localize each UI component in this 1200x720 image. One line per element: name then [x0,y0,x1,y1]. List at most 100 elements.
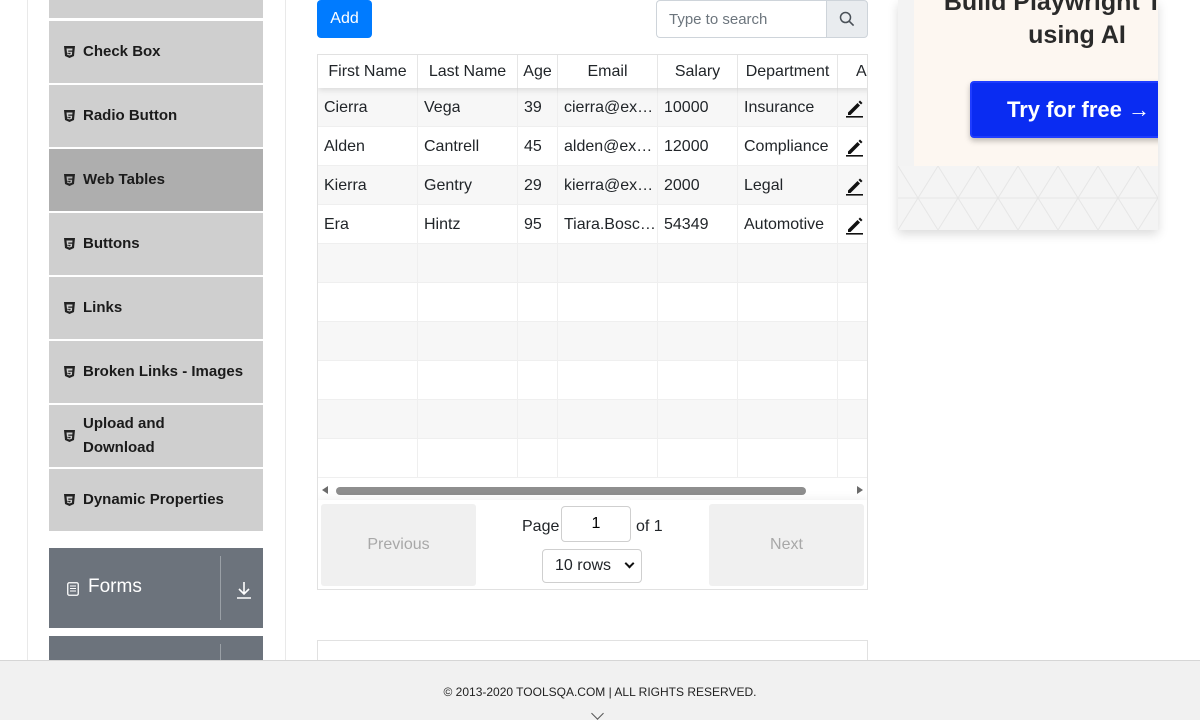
cell-text: 12000 [664,137,709,155]
table-cell: 10000 [658,88,738,127]
page-number-input[interactable] [561,506,631,542]
table-header: First Name Last Name Age Email Salary De… [318,55,867,88]
column-header[interactable]: Email [558,55,658,88]
previous-button[interactable]: Previous [321,504,476,586]
table-cell: Legal [738,166,838,205]
cell-text: 45 [524,137,542,155]
table-cell: Vega [418,88,518,127]
table-cell-action [838,205,867,244]
search-icon [839,11,855,27]
table-cell: cierra@example.com [558,88,658,127]
cell-text: 29 [524,176,542,194]
html5-icon [64,366,75,378]
sidebar-item-label: Dynamic Properties [83,491,224,508]
sidebar-item-upload-download[interactable]: Upload and Download [49,405,263,467]
table-cell [518,283,558,322]
table-cell: 45 [518,127,558,166]
html5-icon [64,302,75,314]
table-cell: Insurance [738,88,838,127]
chevron-down-icon [624,558,635,569]
edit-icon[interactable] [845,176,865,196]
table-cell [558,244,658,283]
cell-text: 10000 [664,98,709,116]
cell-text: Compliance [744,137,829,155]
table-cell: Alden [318,127,418,166]
edit-icon[interactable] [845,98,865,118]
horizontal-scrollbar[interactable] [318,482,867,498]
table-cell [318,283,418,322]
triangle-pattern-background [898,166,1158,230]
edit-icon[interactable] [845,215,865,235]
cell-text: kierra@example.com [564,176,657,194]
table-cell: 12000 [658,127,738,166]
column-header[interactable]: Age [518,55,558,88]
sidebar-item-check-box[interactable]: Check Box [49,21,263,83]
column-header[interactable]: First Name [318,55,418,88]
table-row [318,283,867,322]
sidebar-item-web-tables[interactable]: Web Tables [49,149,263,211]
table-cell [318,361,418,400]
table-cell [738,400,838,439]
table-row [318,361,867,400]
cell-text: Cantrell [424,137,480,155]
table-cell [418,244,518,283]
edit-icon[interactable] [845,137,865,157]
next-button[interactable]: Next [709,504,864,586]
table-cell: Cantrell [418,127,518,166]
sidebar-right-border [285,0,286,660]
scroll-right-arrow[interactable] [857,486,863,494]
sidebar-item-label: Buttons [83,235,140,252]
table-row: Era Hintz 95 Tiara.Bosco@example.com 54349 Au… [318,205,867,244]
table-cell [658,361,738,400]
html5-icon [64,46,75,58]
web-table: First Name Last Name Age Email Salary De… [317,54,868,590]
html5-icon [64,174,75,186]
download-arrow-icon[interactable] [235,580,253,600]
chevron-down-icon[interactable] [591,707,604,720]
table-cell [658,439,738,478]
pagination: Previous Page of 1 10 rows Next [318,500,867,589]
table-cell [738,361,838,400]
table-row [318,322,867,361]
sidebar-item-dynamic-properties[interactable]: Dynamic Properties [49,469,263,531]
scroll-left-arrow[interactable] [322,486,328,494]
rows-per-page-select[interactable]: 10 rows [542,549,642,583]
html5-icon [64,110,75,122]
sidebar-item-text-box[interactable] [49,0,263,18]
table-cell [418,322,518,361]
table-cell [658,400,738,439]
column-header[interactable]: Action [838,55,867,88]
try-for-free-button[interactable]: Try for free → [970,81,1158,138]
advertisement[interactable]: Build Playwright Tests using AI Try for … [898,0,1158,230]
cell-text: cierra@example.com [564,98,657,116]
cell-text: 2000 [664,176,700,194]
search-input[interactable] [656,0,828,38]
table-cell [658,283,738,322]
cell-text: Era [324,215,349,233]
column-header[interactable]: Last Name [418,55,518,88]
table-cell [418,439,518,478]
table-cell: Kierra [318,166,418,205]
table-cell: 29 [518,166,558,205]
table-row [318,244,867,283]
sidebar-item-label: Check Box [83,43,161,60]
add-button[interactable]: Add [317,0,372,38]
sidebar-item-buttons[interactable]: Buttons [49,213,263,275]
table-cell [558,400,658,439]
table-cell-action [838,283,867,322]
search-button[interactable] [826,0,868,38]
column-header[interactable]: Department [738,55,838,88]
column-header[interactable]: Salary [658,55,738,88]
document-icon [67,582,79,596]
sidebar-group-label: Forms [88,576,142,597]
sidebar-item-radio-button[interactable]: Radio Button [49,85,263,147]
scroll-thumb[interactable] [336,487,806,495]
sidebar-group-forms[interactable]: Forms [49,548,263,628]
sidebar-item-label: Radio Button [83,107,178,124]
ad-headline: Build Playwright Tests using AI [943,0,1158,49]
sidebar-item-broken-links[interactable]: Broken Links - Images [49,341,263,403]
table-cell-action [838,400,867,439]
cell-text: Automotive [744,215,825,233]
table-cell: 54349 [658,205,738,244]
sidebar-item-links[interactable]: Links [49,277,263,339]
